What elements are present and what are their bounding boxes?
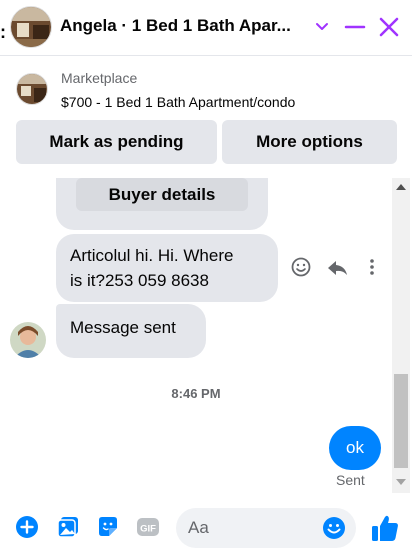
like-icon[interactable] bbox=[370, 513, 400, 543]
message-timestamp: 8:46 PM bbox=[171, 386, 221, 401]
message-input[interactable] bbox=[188, 508, 318, 548]
photo-icon[interactable] bbox=[56, 515, 80, 539]
buyer-details-button[interactable]: Buyer details bbox=[76, 178, 248, 211]
thread-scrollbar[interactable] bbox=[392, 178, 410, 493]
listing-thumbnail[interactable] bbox=[16, 73, 48, 105]
scroll-up-arrow-icon[interactable] bbox=[396, 184, 406, 190]
chevron-down-icon[interactable] bbox=[312, 16, 332, 36]
header-edge-fragment: : bbox=[0, 22, 6, 42]
close-icon[interactable] bbox=[378, 16, 400, 38]
message-text-line: Articolul hi. Hi. Where bbox=[70, 246, 234, 265]
incoming-message-bubble[interactable]: Articolul hi. Hi. Where is it?253 059 86… bbox=[56, 234, 278, 302]
plus-icon[interactable] bbox=[15, 515, 39, 539]
chat-header: : Angela · 1 Bed 1 Bath Apar... bbox=[0, 0, 412, 56]
sent-status: Sent bbox=[336, 472, 365, 488]
more-options-button[interactable]: More options bbox=[222, 120, 397, 164]
marketplace-listing-panel: Marketplace $700 - 1 Bed 1 Bath Apartmen… bbox=[0, 57, 412, 177]
listing-avatar[interactable] bbox=[10, 6, 52, 48]
reply-icon[interactable] bbox=[328, 261, 347, 275]
mark-as-pending-button[interactable]: Mark as pending bbox=[16, 120, 217, 164]
more-dots-icon[interactable] bbox=[370, 259, 374, 275]
incoming-message-bubble[interactable]: Message sent bbox=[56, 304, 206, 358]
message-actions bbox=[291, 257, 374, 277]
minimize-icon[interactable] bbox=[344, 16, 366, 38]
sticker-icon[interactable] bbox=[96, 515, 120, 539]
react-icon[interactable] bbox=[291, 257, 311, 277]
marketplace-label: Marketplace bbox=[61, 70, 138, 86]
conversation-title[interactable]: Angela · 1 Bed 1 Bath Apar... bbox=[60, 16, 305, 36]
scroll-down-arrow-icon[interactable] bbox=[396, 479, 406, 485]
message-input-wrapper bbox=[176, 508, 356, 548]
message-text-line: is it?253 059 8638 bbox=[70, 271, 209, 290]
svg-text:GIF: GIF bbox=[140, 524, 156, 535]
gif-icon[interactable]: GIF bbox=[136, 515, 160, 539]
emoji-icon[interactable] bbox=[322, 516, 346, 540]
scrollbar-thumb[interactable] bbox=[394, 374, 408, 468]
sender-avatar[interactable] bbox=[10, 322, 46, 358]
outgoing-message-bubble[interactable]: ok bbox=[329, 426, 381, 470]
listing-title[interactable]: $700 - 1 Bed 1 Bath Apartment/condo bbox=[61, 94, 295, 110]
